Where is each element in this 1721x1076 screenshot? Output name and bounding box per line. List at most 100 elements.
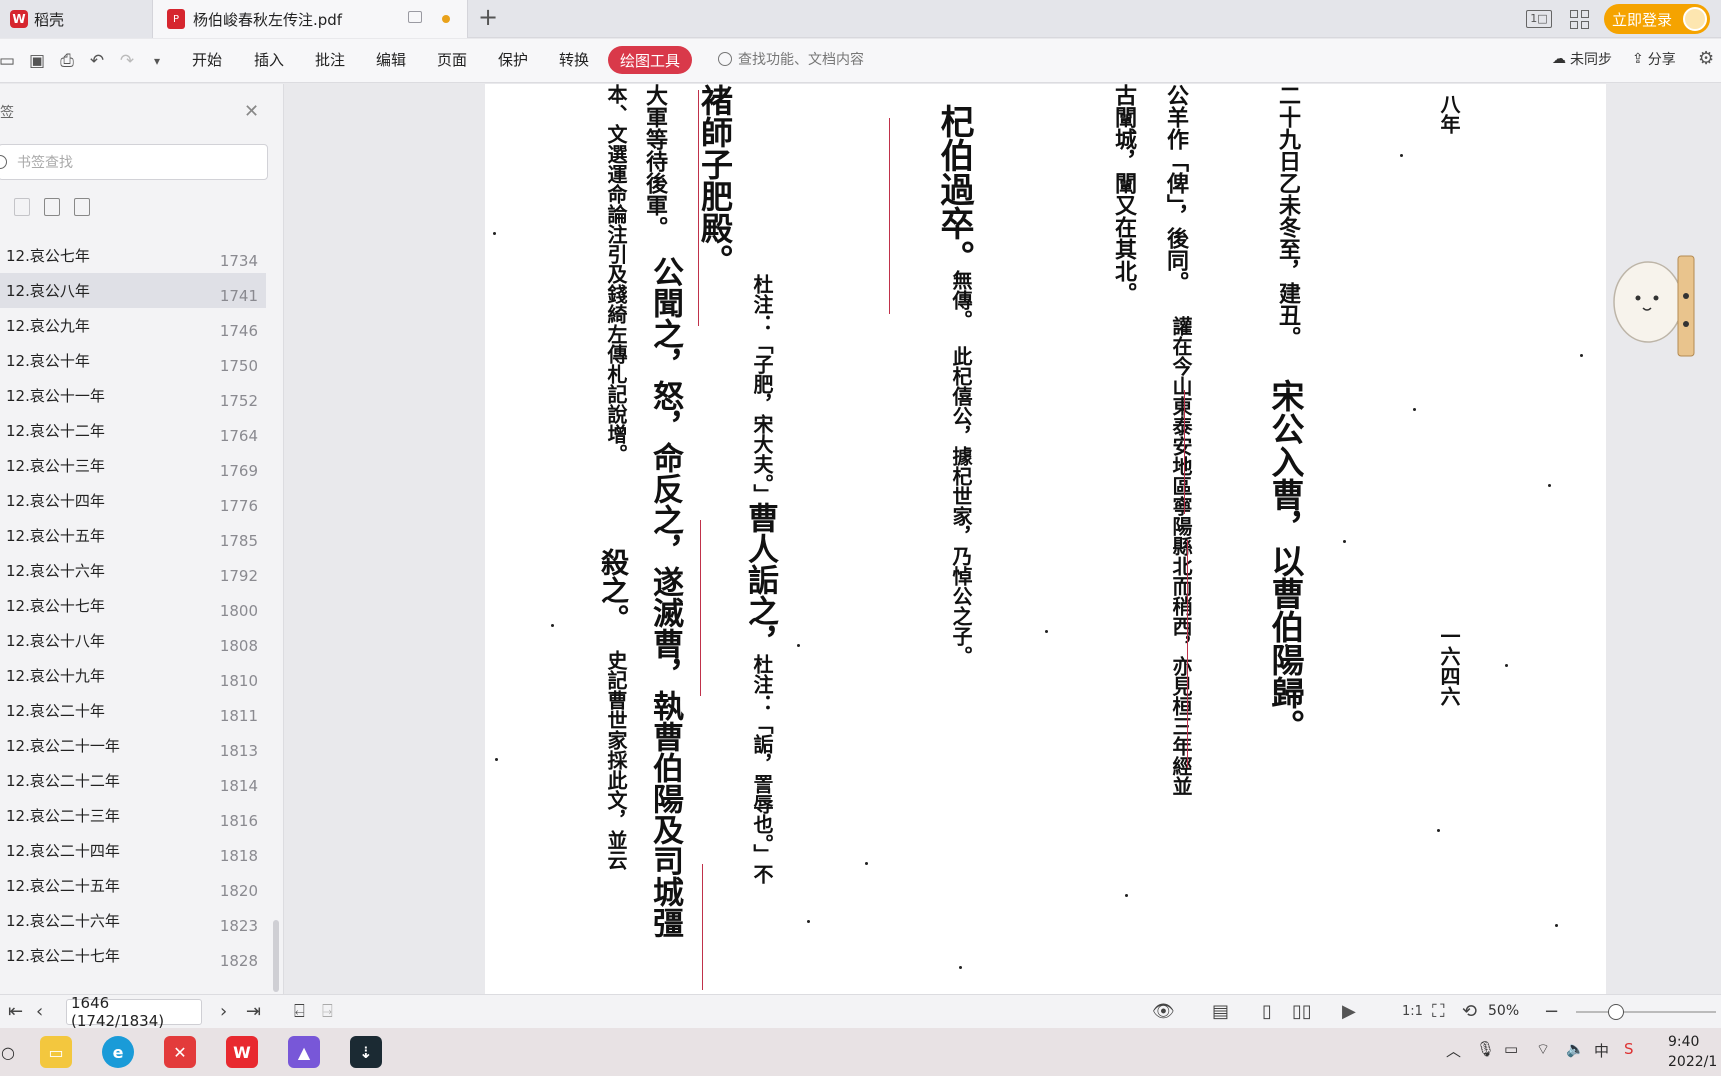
rotate-icon[interactable]: ⟲ xyxy=(1462,1001,1477,1022)
bookmark-item[interactable]: 12.哀公十三年 1769 xyxy=(0,448,266,483)
share-button[interactable]: ⇪ 分享 xyxy=(1632,49,1676,69)
function-search[interactable]: 查找功能、文档内容 xyxy=(718,49,864,69)
two-page-icon[interactable]: ▯▯ xyxy=(1292,1001,1312,1022)
menu-annotate[interactable]: 批注 xyxy=(315,49,345,70)
prev-page-icon[interactable]: ‹ xyxy=(36,1001,43,1022)
zoom-level[interactable]: 50% xyxy=(1488,1003,1519,1019)
menu-drawing-tools[interactable]: 绘图工具 xyxy=(608,46,692,74)
bookmark-item[interactable]: 12.哀公二十年 1811 xyxy=(0,693,266,728)
actual-size-icon[interactable]: 1:1 xyxy=(1402,1004,1423,1019)
bookmark-item[interactable]: 12.哀公二十一年 1813 xyxy=(0,728,266,763)
last-page-icon[interactable]: ⇥ xyxy=(246,1001,261,1022)
unsaved-dot-icon xyxy=(442,15,450,23)
collapse-bookmarks-icon[interactable] xyxy=(14,198,30,216)
bookmark-item[interactable]: 12.哀公十七年 1800 xyxy=(0,588,266,623)
edge-browser-icon[interactable]: e xyxy=(102,1036,134,1068)
volume-icon[interactable]: 🔈 xyxy=(1566,1040,1585,1058)
save-icon[interactable]: ▣ xyxy=(26,50,48,72)
tray-expand-icon[interactable]: ︿ xyxy=(1446,1040,1461,1061)
document-viewport[interactable]: 八年 一六四六 二十九日乙未冬至，建丑。 宋公入曹，以曹伯陽歸。 公羊作「俾」，… xyxy=(285,84,1721,994)
bookmark-item[interactable]: 12.哀公七年 1734 xyxy=(0,238,266,273)
menu-page[interactable]: 页面 xyxy=(437,49,467,70)
bookmark-item[interactable]: 12.哀公二十二年 1814 xyxy=(0,763,266,798)
photos-icon[interactable]: ▲ xyxy=(288,1036,320,1068)
bookmark-item[interactable]: 12.哀公十六年 1792 xyxy=(0,553,266,588)
battery-icon[interactable]: ▭ xyxy=(1504,1040,1518,1058)
menu-edit[interactable]: 编辑 xyxy=(376,49,406,70)
tab-home-label: 稻壳 xyxy=(34,10,65,29)
ime-indicator-icon[interactable]: 中 xyxy=(1594,1040,1609,1061)
gear-icon[interactable]: ⚙ xyxy=(1698,48,1714,69)
bookmark-page-number: 1741 xyxy=(219,286,258,305)
tab-home[interactable]: W 稻壳 xyxy=(0,0,152,38)
sogou-ime-icon[interactable]: S xyxy=(1624,1040,1634,1058)
bookmark-item[interactable]: 12.哀公二十七年 1828 xyxy=(0,938,266,973)
add-bookmark-icon[interactable] xyxy=(44,198,60,216)
bookmark-item[interactable]: 12.哀公二十四年 1818 xyxy=(0,833,266,868)
play-icon[interactable]: ▶ xyxy=(1342,1001,1356,1022)
zoom-slider-knob[interactable] xyxy=(1608,1004,1624,1020)
sync-status[interactable]: ☁ 未同步 xyxy=(1552,49,1612,69)
bookmark-icon[interactable] xyxy=(74,198,90,216)
bookmark-item[interactable]: 12.哀公二十六年 1823 xyxy=(0,903,266,938)
close-icon[interactable]: ✕ xyxy=(244,101,259,122)
store-app-icon[interactable]: ⇣ xyxy=(350,1036,382,1068)
clock-date: 2022/1 xyxy=(1668,1054,1718,1070)
bookmark-item[interactable]: 12.哀公二十五年 1820 xyxy=(0,868,266,903)
redo-icon[interactable]: ↷ xyxy=(116,50,138,72)
bookmark-item[interactable]: 12.哀公二十三年 1816 xyxy=(0,798,266,833)
forward-view-icon[interactable]: ⍈ xyxy=(322,1001,333,1022)
mascot-widget-icon[interactable] xyxy=(1610,248,1696,370)
single-page-scroll-icon[interactable]: ▤ xyxy=(1212,1001,1229,1022)
bookmark-page-number: 1810 xyxy=(219,671,258,690)
xmind-icon[interactable]: ✕ xyxy=(164,1036,196,1068)
bookmark-search-input[interactable]: 书签查找 xyxy=(0,144,268,180)
menu-protect[interactable]: 保护 xyxy=(498,49,528,70)
menu-convert[interactable]: 转换 xyxy=(559,49,589,70)
wps-office-icon[interactable]: W xyxy=(226,1036,258,1068)
system-clock[interactable]: 9:40 2022/1 xyxy=(1668,1032,1717,1072)
new-tab-button[interactable]: + xyxy=(478,3,498,31)
bookmark-item[interactable]: 12.哀公十八年 1808 xyxy=(0,623,266,658)
fit-page-icon[interactable]: ⛶ xyxy=(1432,1001,1445,1022)
monitor-icon[interactable] xyxy=(408,11,422,23)
text-column: 杜注：「子肥，宋大夫。」 xyxy=(750,274,774,504)
sidebar-scrollbar[interactable] xyxy=(273,920,279,992)
next-page-icon[interactable]: › xyxy=(220,1001,227,1022)
zoom-slider-track[interactable] xyxy=(1576,1011,1716,1013)
tab-bar: W 稻壳 P 杨伯峻春秋左传注.pdf + 1□ 立即登录 xyxy=(0,0,1721,38)
menu-start[interactable]: 开始 xyxy=(192,49,222,70)
wifi-icon[interactable]: ⌔ xyxy=(1536,1040,1550,1059)
bookmark-page-number: 1811 xyxy=(219,706,258,725)
open-folder-icon[interactable]: ▭ xyxy=(0,50,18,72)
bookmark-page-number: 1800 xyxy=(219,601,258,620)
apps-grid-icon[interactable] xyxy=(1570,0,1589,38)
print-icon[interactable]: ⎙ xyxy=(56,50,78,72)
bookmark-item[interactable]: 12.哀公十四年 1776 xyxy=(0,483,266,518)
login-button[interactable]: 立即登录 xyxy=(1604,4,1710,34)
menu-insert[interactable]: 插入 xyxy=(254,49,284,70)
bookmark-item[interactable]: 12.哀公九年 1746 xyxy=(0,308,266,343)
bookmark-item[interactable]: 12.哀公十九年 1810 xyxy=(0,658,266,693)
search-icon[interactable]: ○ xyxy=(0,1036,24,1068)
back-view-icon[interactable]: ⍇ xyxy=(294,1001,305,1022)
eye-protect-icon[interactable]: 👁 xyxy=(1152,1001,1175,1022)
bookmark-item[interactable]: 12.哀公十一年 1752 xyxy=(0,378,266,413)
page-number-input[interactable]: 1646 (1742/1834) xyxy=(66,994,202,1030)
text-column: 二十九日乙未冬至，建丑。 xyxy=(1275,84,1301,348)
layout-toggle-icon[interactable]: 1□ xyxy=(1526,0,1556,38)
scan-speck xyxy=(865,862,868,865)
bookmark-item[interactable]: 12.哀公十年 1750 xyxy=(0,343,266,378)
bookmark-item[interactable]: 12.哀公八年 1741 xyxy=(0,273,266,308)
bookmark-item[interactable]: 12.哀公十二年 1764 xyxy=(0,413,266,448)
bookmark-item[interactable]: 12.哀公十五年 1785 xyxy=(0,518,266,553)
microphone-icon[interactable]: 🎙 xyxy=(1476,1040,1495,1058)
zoom-out-icon[interactable]: − xyxy=(1544,1001,1559,1022)
bookmark-page-number: 1792 xyxy=(219,566,258,585)
quick-access-dropdown-icon[interactable]: ▾ xyxy=(146,50,168,72)
first-page-icon[interactable]: ⇤ xyxy=(8,1001,23,1022)
undo-icon[interactable]: ↶ xyxy=(86,50,108,72)
file-explorer-icon[interactable]: ▭ xyxy=(40,1036,72,1068)
single-page-icon[interactable]: ▯ xyxy=(1262,1001,1272,1022)
bookmark-page-number: 1746 xyxy=(219,321,258,340)
